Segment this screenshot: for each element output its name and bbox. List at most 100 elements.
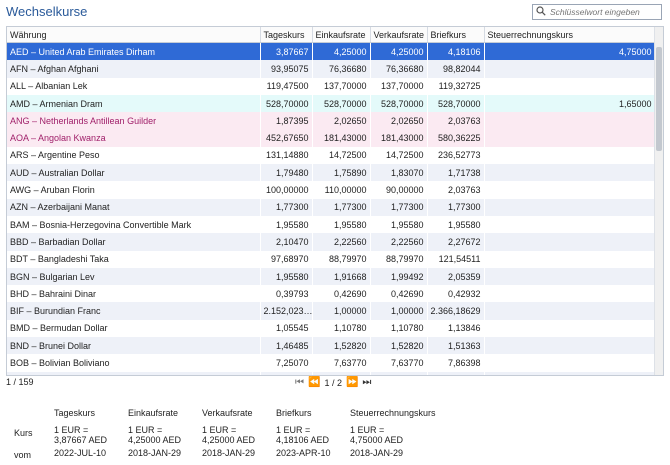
first-page-icon[interactable]: ⏮ [295, 377, 304, 388]
cell-steuerrechnungskurs [484, 60, 655, 78]
table-row[interactable]: AUD – Australian Dollar 1,79480 1,75890 1,8… [7, 164, 655, 182]
cell-steuerrechnungskurs [484, 267, 655, 286]
table-row[interactable]: BOB – Bolivian Boliviano 7,25070 7,63770 7,… [7, 354, 655, 371]
cell-waehrung: BIF – Burundian Franc [7, 302, 260, 320]
cell-verkaufsrate: 88,79970 [385, 254, 424, 265]
cell-briefkurs: 1,95580 [447, 219, 481, 230]
previous-page-icon[interactable]: ⏪ [308, 377, 320, 388]
cell-briefkurs: 2,03763 [447, 185, 481, 196]
table-row[interactable]: AWG – Aruban Florin 100,00000 110,00000 90,… [7, 181, 655, 198]
cell-waehrung: AOA – Angolan Kwanza [7, 129, 260, 147]
cell-briefkurs: 1,77300 [427, 198, 484, 216]
table-row[interactable]: BBD – Barbadian Dollar 2,10470 2,22560 2,22… [7, 233, 655, 251]
cell-verkaufsrate: 2,02650 [370, 112, 427, 130]
next-page-icon[interactable]: ⏩ [346, 377, 358, 388]
search-icon[interactable] [536, 6, 548, 18]
table-row[interactable]: AZN – Azerbaijani Manat 1,77300 1,77300 1,7… [7, 198, 655, 216]
table-row[interactable]: AOA – Angolan Kwanza 452,67650 181,43000 18… [7, 129, 655, 147]
column-header-waehrung[interactable]: Währung [7, 27, 261, 43]
column-header-einkaufsrate[interactable]: Einkaufsrate [312, 27, 371, 43]
page-indicator: 1 / 2 [324, 377, 342, 388]
table-row[interactable]: ANG – Netherlands Antillean Guilder 1,873… [7, 112, 655, 130]
cell-tageskurs: 100,00000 [265, 185, 309, 196]
cell-tageskurs: 93,95075 [260, 60, 312, 78]
cell-einkaufsrate: 2,22560 [312, 233, 370, 251]
cell-waehrung: ARS – Argentine Peso [10, 150, 100, 161]
summary-date: 2018-JAN-29 [350, 447, 404, 458]
cell-steuerrechnungskurs [484, 337, 655, 355]
vertical-scrollbar[interactable] [654, 27, 663, 375]
cell-tageskurs: 119,47500 [266, 81, 309, 92]
cell-steuerrechnungskurs [484, 147, 655, 164]
table-row[interactable]: ALL – Albanian Lek 119,47500 137,70000 137,… [7, 78, 655, 95]
cell-briefkurs: 119,32725 [438, 81, 481, 92]
table-row[interactable]: AMD – Armenian Dram 528,70000 528,70000 528… [7, 94, 655, 113]
cell-verkaufsrate: 76,36680 [370, 60, 427, 78]
cell-tageskurs: 1,87395 [260, 112, 312, 130]
column-header-verkaufsrate[interactable]: Verkaufsrate [370, 27, 428, 43]
scrollbar-thumb[interactable] [656, 47, 662, 151]
cell-tageskurs: 2.152,023… [260, 302, 312, 320]
table-row[interactable]: BGN – Bulgarian Lev 1,95580 1,91668 1,99492… [7, 267, 655, 286]
search-box[interactable] [532, 4, 662, 20]
table-row[interactable]: AED – United Arab Emirates Dirham 3,87667… [7, 42, 655, 61]
cell-waehrung: BRL – Brazilian Real [7, 371, 260, 375]
cell-briefkurs: 1,51363 [427, 337, 484, 355]
cell-steuerrechnungskurs: 1,65000 [484, 94, 655, 113]
cell-verkaufsrate: 1,99492 [370, 267, 427, 286]
cell-briefkurs: 2,03763 [427, 112, 484, 130]
cell-briefkurs: 4,18106 [427, 42, 484, 61]
cell-waehrung: AUD – Australian Dollar [7, 164, 260, 182]
table-row[interactable]: BHD – Bahraini Dinar 0,39793 0,42690 0,4269… [7, 285, 655, 302]
cell-briefkurs: 0,42932 [447, 288, 481, 299]
table-row[interactable]: AFN – Afghan Afghani 93,95075 76,36680 76,3… [7, 60, 655, 78]
vom-label: vom [14, 450, 32, 460]
table-row[interactable]: ARS – Argentine Peso 131,14880 14,72500 14,… [7, 147, 655, 164]
record-count: 1 / 159 [6, 377, 34, 387]
table-row[interactable]: BRL – Brazilian Real6,373306,245836,5007… [7, 371, 655, 375]
cell-verkaufsrate: 181,43000 [370, 129, 427, 147]
table-row[interactable]: BAM – Bosnia-Herzegovina Convertible Mar… [7, 216, 655, 233]
cell-einkaufsrate: 2,02650 [312, 112, 370, 130]
cell-verkaufsrate: 4,25000 [370, 42, 427, 61]
rate-summary: Kurs vom Tageskurs 1 EUR = 3,87667 AED 2… [6, 406, 662, 464]
cell-verkaufsrate: 1,00000 [370, 302, 427, 320]
column-header-steuerrechnungskurs[interactable]: Steuerrechnungskurs [484, 27, 656, 43]
cell-tageskurs: 131,14880 [265, 150, 309, 161]
last-page-icon[interactable]: ⏭ [362, 377, 371, 388]
cell-einkaufsrate: 6,24583 [312, 371, 370, 375]
cell-tageskurs: 1,95580 [275, 219, 309, 230]
cell-einkaufsrate: 1,52820 [312, 337, 370, 355]
cell-verkaufsrate: 1,10780 [390, 323, 424, 334]
cell-einkaufsrate: 137,70000 [323, 81, 367, 92]
table-row[interactable]: BIF – Burundian Franc 2.152,023… 1,00000 1,… [7, 302, 655, 320]
cell-verkaufsrate: 137,70000 [380, 81, 424, 92]
table-row[interactable]: BND – Brunei Dollar 1,46485 1,52820 1,52820… [7, 337, 655, 355]
cell-einkaufsrate: 1,00000 [312, 302, 370, 320]
cell-einkaufsrate: 1,77300 [312, 198, 370, 216]
cell-waehrung: AMD – Armenian Dram [7, 94, 260, 113]
summary-col-steuerrechnungskurs: Steuerrechnungskurs 1 EUR = 4,75000 AED … [350, 408, 470, 458]
cell-tageskurs: 2,10470 [260, 233, 312, 251]
column-header-tageskurs[interactable]: Tageskurs [260, 27, 313, 43]
search-input[interactable] [548, 7, 655, 17]
cell-briefkurs: 580,36225 [427, 129, 484, 147]
cell-verkaufsrate: 1,52820 [370, 337, 427, 355]
table-row[interactable]: BMD – Bermudan Dollar 1,05545 1,10780 1,107… [7, 320, 655, 337]
cell-waehrung: BGN – Bulgarian Lev [7, 267, 260, 286]
cell-einkaufsrate: 76,36680 [312, 60, 370, 78]
cell-briefkurs: 2,27672 [427, 233, 484, 251]
cell-waehrung: AWG – Aruban Florin [10, 185, 95, 196]
cell-einkaufsrate: 14,72500 [328, 150, 367, 161]
cell-tageskurs: 97,68970 [270, 254, 309, 265]
cell-briefkurs: 236,52773 [437, 150, 481, 161]
cell-verkaufsrate: 7,63770 [390, 357, 424, 368]
cell-verkaufsrate: 6,50077 [370, 371, 427, 375]
table-row[interactable]: BDT – Bangladeshi Taka 97,68970 88,79970 88… [7, 251, 655, 268]
exchange-rate-table: Währung Tageskurs Einkaufsrate Verkaufsr… [6, 26, 664, 376]
column-header-briefkurs[interactable]: Briefkurs [427, 27, 485, 43]
kurs-label: Kurs [14, 428, 33, 438]
cell-steuerrechnungskurs [484, 233, 655, 251]
cell-tageskurs: 1,05545 [275, 323, 309, 334]
cell-steuerrechnungskurs [484, 371, 655, 375]
